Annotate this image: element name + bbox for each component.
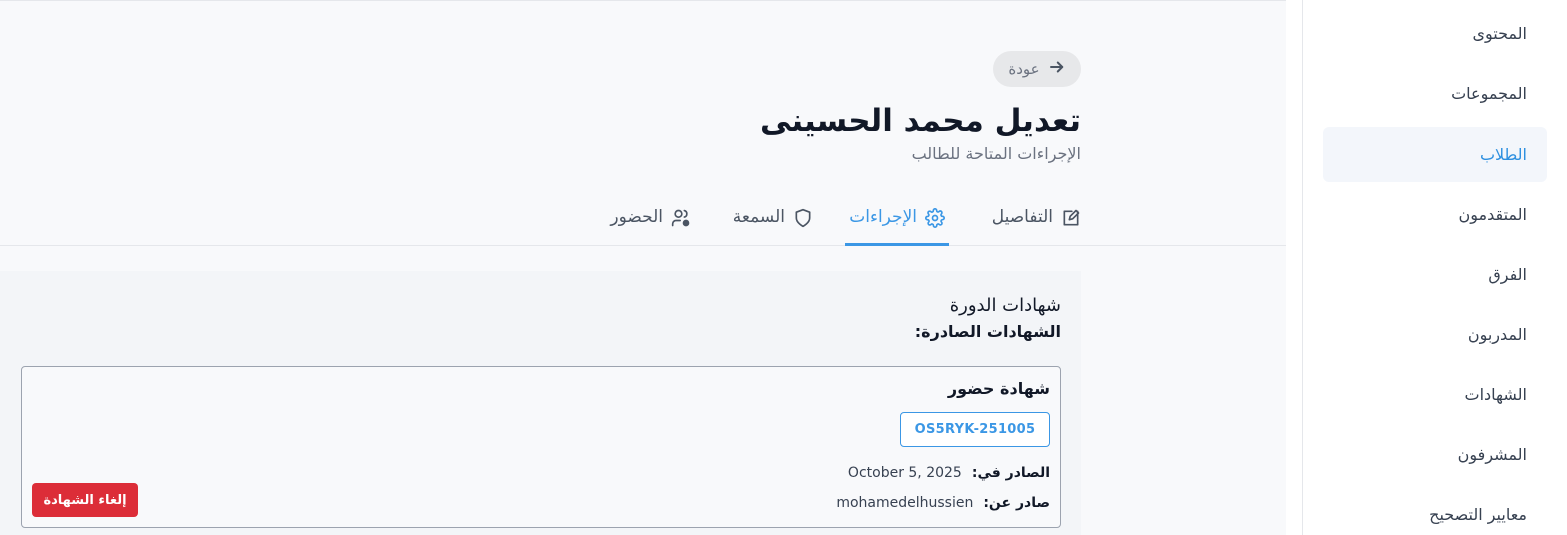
issued-on-row: الصادر في: October 5, 2025 <box>848 465 1050 481</box>
gear-icon <box>925 207 945 233</box>
tab-label: الحضور <box>610 207 663 227</box>
sidebar-item-label: المتقدمون <box>1458 205 1527 224</box>
tab-label: التفاصيل <box>991 207 1053 227</box>
sidebar-item-label: الفرق <box>1488 265 1527 284</box>
arrow-right-icon <box>1048 58 1066 81</box>
back-button-label: عودة <box>1008 60 1040 78</box>
certificate-card: شهادة حضور OS5RYK-251005 الصادر في: Octo… <box>21 366 1061 528</box>
edit-icon <box>1061 207 1081 233</box>
sidebar-item-applicants[interactable]: المتقدمون <box>1323 187 1547 242</box>
page-header: عودة تعديل محمد الحسينى الإجراءات المتاح… <box>0 1 1287 246</box>
sidebar-item-label: المحتوى <box>1472 24 1527 43</box>
sidebar-item-label: المجموعات <box>1451 84 1527 103</box>
sidebar-item-groups[interactable]: المجموعات <box>1323 66 1547 121</box>
layout-gap <box>1286 0 1302 535</box>
tab-actions[interactable]: الإجراءات <box>845 197 949 246</box>
sidebar-item-supervisors[interactable]: المشرفون <box>1323 427 1547 482</box>
tab-reputation[interactable]: السمعة <box>733 197 813 246</box>
issued-on-value: October 5, 2025 <box>847 465 962 481</box>
sidebar-item-content[interactable]: المحتوى <box>1323 6 1547 61</box>
section-title: شهادات الدورة <box>949 295 1061 316</box>
user-check-icon <box>671 207 691 233</box>
issued-by-value: mohamedelhussien <box>836 495 974 511</box>
tab-details[interactable]: التفاصيل <box>992 197 1081 246</box>
tab-label: السمعة <box>732 207 785 227</box>
tab-bar: التفاصيل الإجراءات السمعة الحضور <box>0 197 1287 246</box>
issued-on-label: الصادر في: <box>971 465 1050 481</box>
sidebar: المحتوى المجموعات الطلاب المتقدمون الفرق… <box>1302 0 1567 535</box>
back-button[interactable]: عودة <box>993 51 1081 87</box>
sidebar-item-trainers[interactable]: المدربون <box>1323 307 1547 362</box>
tab-attendance[interactable]: الحضور <box>610 197 691 246</box>
sidebar-item-label: الطلاب <box>1479 145 1527 164</box>
shield-icon <box>793 207 813 233</box>
sidebar-item-certificates[interactable]: الشهادات <box>1323 367 1547 422</box>
page-subtitle: الإجراءات المتاحة للطالب <box>911 144 1081 163</box>
issued-by-label: صادر عن: <box>983 495 1050 511</box>
issued-by-row: صادر عن: mohamedelhussien <box>836 495 1050 511</box>
sidebar-item-grading-criteria[interactable]: معايير التصحيح <box>1323 487 1547 535</box>
tab-label: الإجراءات <box>849 207 917 227</box>
sidebar-item-students[interactable]: الطلاب <box>1323 127 1547 182</box>
sidebar-item-label: المشرفون <box>1457 445 1527 464</box>
sidebar-item-label: المدربون <box>1467 325 1527 344</box>
sidebar-item-teams[interactable]: الفرق <box>1323 247 1547 302</box>
certificate-name: شهادة حضور <box>947 379 1050 398</box>
revoke-certificate-button[interactable]: إلغاء الشهادة <box>32 483 138 517</box>
issued-certificates-heading: الشهادات الصادرة: <box>914 322 1061 341</box>
page-title: تعديل محمد الحسينى <box>760 103 1081 139</box>
main-panel: عودة تعديل محمد الحسينى الإجراءات المتاح… <box>0 0 1287 535</box>
certificate-code-button[interactable]: OS5RYK-251005 <box>900 412 1050 447</box>
certificates-panel: شهادات الدورة الشهادات الصادرة: شهادة حض… <box>0 271 1081 535</box>
sidebar-item-label: الشهادات <box>1464 385 1527 404</box>
sidebar-item-label: معايير التصحيح <box>1429 505 1527 524</box>
